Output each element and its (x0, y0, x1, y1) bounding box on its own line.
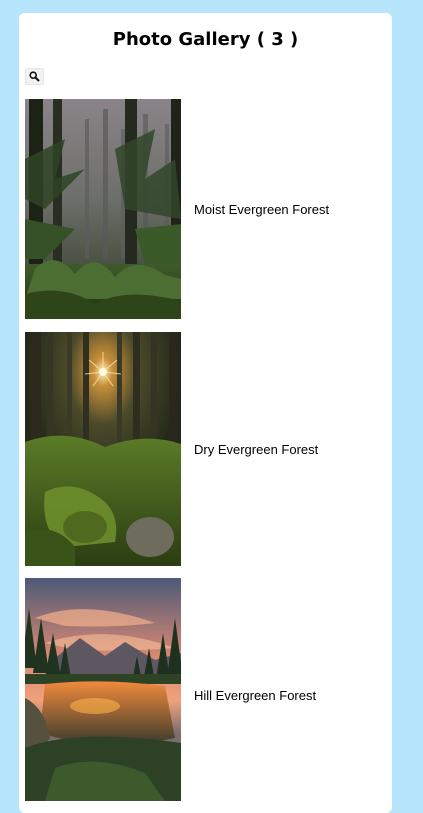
gallery-item[interactable]: Moist Evergreen Forest (25, 99, 385, 319)
gallery-caption: Moist Evergreen Forest (194, 202, 330, 217)
gallery-caption: Hill Evergreen Forest (194, 688, 317, 703)
gallery-card: Photo Gallery ( 3 ) Moist Evergreen Fore… (19, 13, 392, 813)
gallery-image[interactable] (25, 99, 181, 319)
search-button[interactable] (25, 68, 44, 85)
gallery-image[interactable] (25, 578, 181, 801)
gallery-image[interactable] (25, 332, 181, 566)
page-title: Photo Gallery ( 3 ) (112, 29, 299, 50)
gallery-item[interactable]: Hill Evergreen Forest (25, 578, 385, 801)
magnifier-icon (29, 71, 40, 82)
gallery-item[interactable]: Dry Evergreen Forest (25, 332, 385, 566)
gallery-caption: Dry Evergreen Forest (194, 442, 319, 457)
